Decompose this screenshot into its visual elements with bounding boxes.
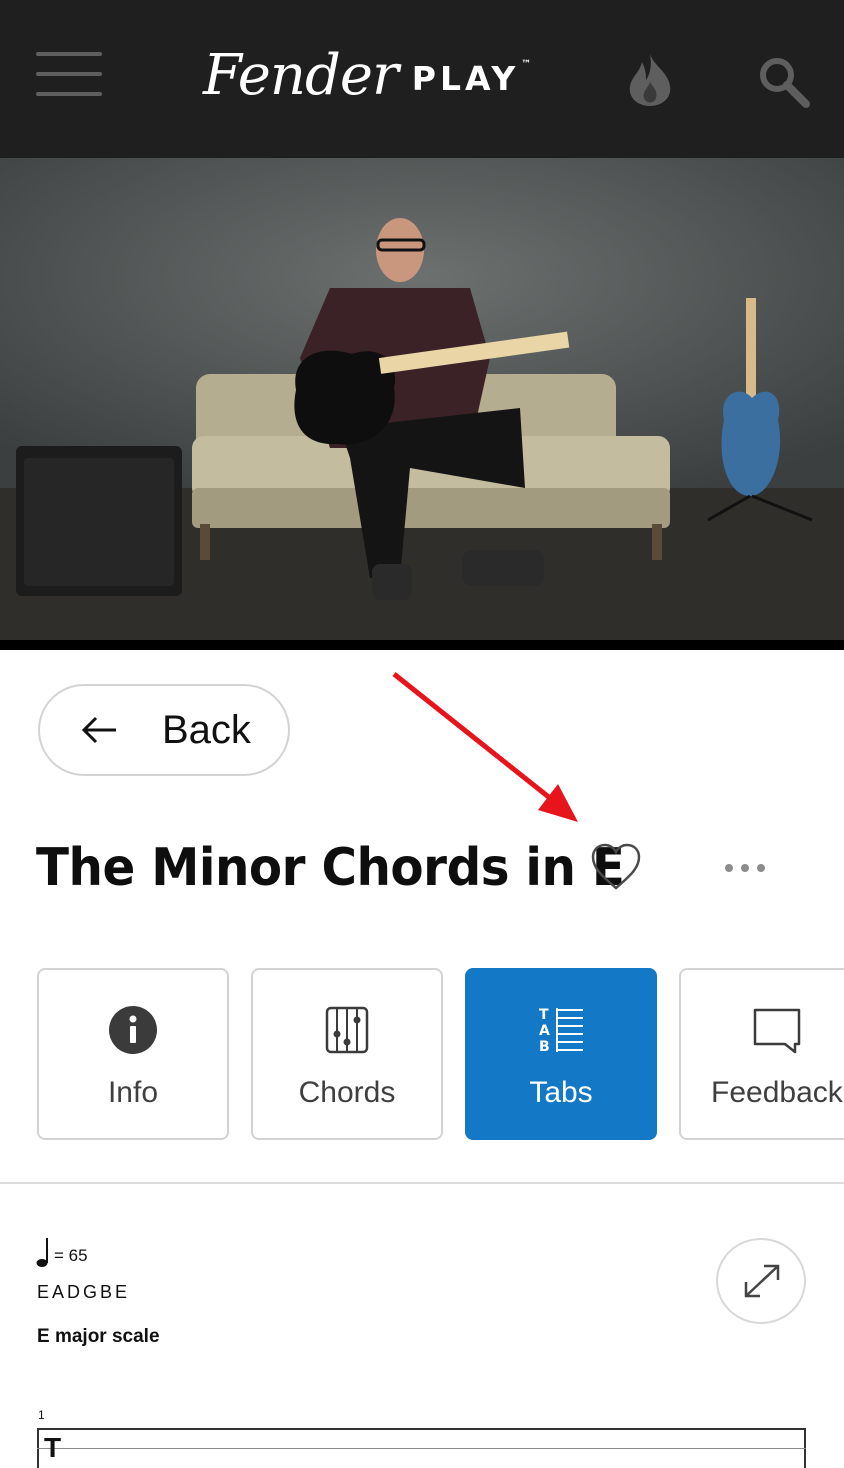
tempo-value: = 65 bbox=[54, 1246, 88, 1265]
svg-text:B: B bbox=[539, 1039, 550, 1055]
quarter-note-icon bbox=[36, 1238, 48, 1267]
back-button[interactable]: Back bbox=[38, 684, 290, 776]
section-divider bbox=[0, 1182, 844, 1184]
measure-number: 1 bbox=[38, 1408, 45, 1422]
tab-info[interactable]: Info bbox=[37, 968, 229, 1140]
arrow-left-icon bbox=[82, 716, 116, 744]
flame-icon[interactable] bbox=[624, 52, 676, 106]
tuning-label: EADGBE bbox=[37, 1282, 131, 1302]
info-icon bbox=[109, 1006, 157, 1054]
svg-text:A: A bbox=[539, 1023, 550, 1039]
speech-bubble-icon bbox=[753, 1008, 801, 1054]
expand-button[interactable] bbox=[716, 1238, 806, 1324]
tempo-marking: = 65 bbox=[36, 1236, 88, 1268]
heart-icon[interactable] bbox=[590, 842, 642, 892]
tab-icon: T A B bbox=[539, 1007, 583, 1055]
back-label: Back bbox=[162, 707, 251, 752]
tab-chords-label: Chords bbox=[298, 1076, 396, 1109]
tab-staff-line bbox=[37, 1448, 806, 1449]
scale-title: E major scale bbox=[37, 1326, 160, 1347]
tab-chords[interactable]: Chords bbox=[251, 968, 443, 1140]
search-icon[interactable] bbox=[756, 54, 810, 108]
logo-play-text: PLAY bbox=[411, 58, 520, 98]
tab-clef: T bbox=[44, 1432, 62, 1463]
logo-trademark: ™ bbox=[521, 58, 536, 70]
lesson-video[interactable] bbox=[0, 158, 844, 650]
video-frame bbox=[0, 158, 844, 650]
menu-icon[interactable] bbox=[36, 52, 102, 98]
tab-tabs-label: Tabs bbox=[529, 1076, 593, 1109]
lesson-title: The Minor Chords in E bbox=[36, 838, 625, 898]
annotation-arrow bbox=[392, 672, 578, 822]
expand-icon bbox=[744, 1264, 780, 1298]
svg-text:T: T bbox=[539, 1007, 549, 1023]
tab-feedback[interactable]: Feedback bbox=[679, 968, 844, 1140]
tab-info-label: Info bbox=[107, 1076, 159, 1109]
chord-diagram-icon bbox=[325, 1006, 369, 1054]
tab-feedback-label: Feedback bbox=[711, 1076, 843, 1109]
logo-script: Fender bbox=[203, 42, 399, 108]
top-bar: Fender PLAY ™ bbox=[0, 0, 844, 158]
tab-tabs[interactable]: T A B Tabs bbox=[465, 968, 657, 1140]
more-options-icon[interactable] bbox=[722, 856, 768, 880]
logo-play: PLAY ™ bbox=[412, 59, 536, 98]
fender-play-logo[interactable]: Fender PLAY ™ bbox=[203, 30, 535, 120]
